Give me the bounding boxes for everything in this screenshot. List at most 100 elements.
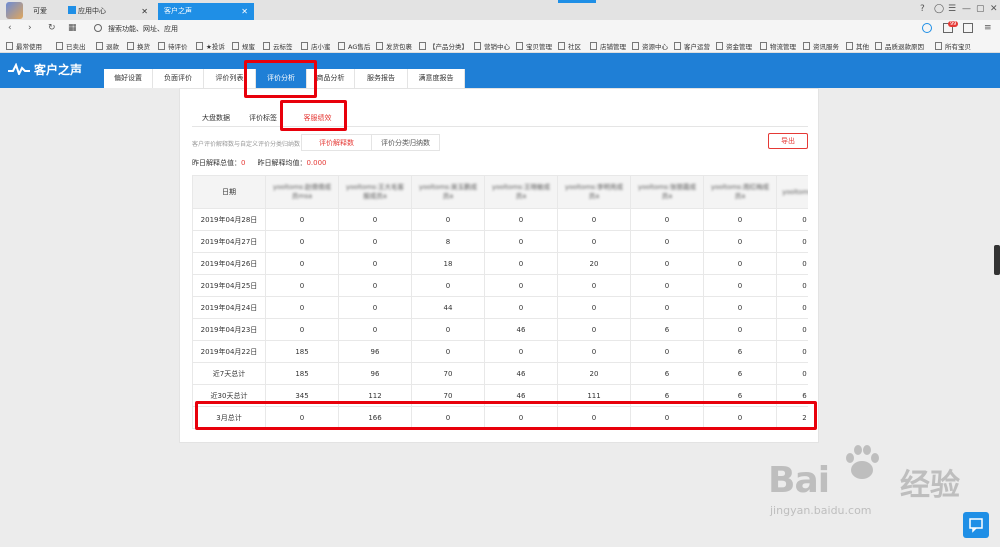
close-window-icon[interactable]: ✕ xyxy=(990,4,998,14)
bookmark-item[interactable]: ★投诉 xyxy=(196,41,225,51)
bookmark-item[interactable]: 物流管理 xyxy=(760,41,796,51)
date-header: 日期 xyxy=(192,175,266,209)
performance-table: 日期 yooltoms:赵倩倩成员msa yooltoms:王大毛客服成员a y… xyxy=(192,175,808,429)
browser-tab-active[interactable]: 客户之声 ✕ xyxy=(158,3,254,20)
tab-negative-reviews[interactable]: 负面评价 xyxy=(153,69,204,88)
avg-label: 昨日解释均值： xyxy=(257,159,307,167)
value-cell: 0 xyxy=(703,318,777,341)
bookmark-item[interactable]: AG售后 xyxy=(338,41,370,51)
value-cell: 0 xyxy=(776,274,808,297)
value-cell: 6 xyxy=(703,362,777,385)
bookmark-item[interactable]: 店铺管理 xyxy=(590,41,626,51)
filter-tab-explanations[interactable]: 评价解释数 xyxy=(301,134,372,151)
address-bar[interactable]: 搜索功能、网址、应用 xyxy=(94,24,178,34)
performance-table-wrapper[interactable]: 日期 yooltoms:赵倩倩成员msa yooltoms:王大毛客服成员a y… xyxy=(192,175,808,431)
download-icon[interactable] xyxy=(963,23,973,33)
value-cell: 0 xyxy=(776,318,808,341)
bookmark-item[interactable]: 所有宝贝 xyxy=(935,41,971,51)
bookmark-item[interactable]: 营销中心 xyxy=(474,41,510,51)
bookmark-item[interactable]: 【产品分类】 xyxy=(419,41,468,51)
close-icon[interactable]: ✕ xyxy=(241,3,248,20)
subtab-overview[interactable]: 大盘数据 xyxy=(192,111,240,126)
value-cell: 6 xyxy=(630,362,704,385)
table-row: 2019年04月28日 0 0 0 0 0 0 0 0 xyxy=(192,208,808,231)
address-placeholder: 搜索功能、网址、应用 xyxy=(108,25,178,33)
browser-tab-app-center[interactable]: 应用中心 ✕ xyxy=(62,3,154,20)
bookmark-item[interactable]: 其他 xyxy=(846,41,869,51)
bookmark-item[interactable]: 已卖出 xyxy=(56,41,86,51)
table-body: 2019年04月28日 0 0 0 0 0 0 0 0 2019年04月27日 0 0 8 0 0 0 0 0 20… xyxy=(192,208,808,429)
value-cell: 0 xyxy=(484,296,558,319)
shield-icon[interactable]: ◯ xyxy=(934,4,944,14)
tab-preferences[interactable]: 偏好设置 xyxy=(104,69,153,88)
tab-service-report[interactable]: 服务报告 xyxy=(355,69,408,88)
value-cell: 0 xyxy=(338,296,412,319)
filter-tab-categories[interactable]: 评价分类归纳数 xyxy=(371,134,440,151)
summary-line: 昨日解释总值：0 昨日解释均值：0.000 xyxy=(192,158,339,168)
value-cell: 96 xyxy=(338,362,412,385)
value-cell: 0 xyxy=(630,340,704,363)
baidu-watermark: Bai 经验 jingyan.baidu.com xyxy=(760,440,1000,520)
bookmark-item[interactable]: 客户运营 xyxy=(674,41,710,51)
chat-button[interactable] xyxy=(963,512,989,538)
tab-satisfaction-report[interactable]: 满意度报告 xyxy=(408,69,465,88)
menu-icon[interactable]: ☰ xyxy=(948,4,956,14)
search-icon xyxy=(94,24,102,32)
bookmark-item[interactable]: 社区 xyxy=(558,41,581,51)
back-icon[interactable]: ‹ xyxy=(8,23,12,33)
more-icon[interactable]: ≡ xyxy=(984,23,992,33)
agent-name: yooltoms:赵倩倩成员msa xyxy=(272,183,332,200)
value-cell: 185 xyxy=(265,340,339,363)
bookmark-item[interactable]: 品质退款原因 xyxy=(875,41,924,51)
bookmark-item[interactable]: 资讯服务 xyxy=(803,41,839,51)
value-cell: 0 xyxy=(703,296,777,319)
bookmark-item[interactable]: 资金管理 xyxy=(716,41,752,51)
minimize-icon[interactable]: — xyxy=(962,4,971,14)
bookmark-item[interactable]: 店小蜜 xyxy=(301,41,331,51)
grid-icon[interactable]: ▦ xyxy=(68,23,77,33)
forward-icon[interactable]: › xyxy=(28,23,32,33)
table-header-row: 日期 yooltoms:赵倩倩成员msa yooltoms:王大毛客服成员a y… xyxy=(192,175,808,209)
value-cell: 44 xyxy=(411,296,485,319)
value-cell: 0 xyxy=(630,230,704,253)
value-cell: 0 xyxy=(338,274,412,297)
refresh-icon[interactable]: ↻ xyxy=(48,23,56,33)
sync-icon[interactable] xyxy=(922,23,932,33)
agent-header: yooltoms:刘成员 xyxy=(776,175,808,209)
paw-logo-icon xyxy=(846,445,879,479)
bookmark-item[interactable]: 规蜜 xyxy=(232,41,255,51)
subtab-review-tags[interactable]: 评价标签 xyxy=(243,111,283,126)
bookmark-item[interactable]: 换货 xyxy=(127,41,150,51)
bookmark-item[interactable]: 最常使用 xyxy=(6,41,42,51)
browser-avatar[interactable] xyxy=(6,2,23,19)
annotation-box-analysis-tab xyxy=(244,60,317,98)
value-cell: 0 xyxy=(776,296,808,319)
value-cell: 0 xyxy=(265,274,339,297)
bookmark-item[interactable]: 宝贝管理 xyxy=(516,41,552,51)
bookmark-item[interactable]: 发货包裹 xyxy=(376,41,412,51)
agent-header: yooltoms:王晓敏成员a xyxy=(484,175,558,209)
export-button[interactable]: 导出 xyxy=(768,133,808,149)
browser-tab[interactable]: 可爱 xyxy=(27,3,57,20)
browser-titlebar: 可爱 应用中心 ✕ 客户之声 ✕ ? ◯ ☰ — ▢ ✕ xyxy=(0,0,1000,20)
bookmark-item[interactable]: 退款 xyxy=(96,41,119,51)
date-cell: 2019年04月23日 xyxy=(192,318,266,341)
value-cell: 0 xyxy=(557,296,631,319)
help-icon[interactable]: ? xyxy=(920,4,925,14)
value-cell: 0 xyxy=(557,318,631,341)
close-icon[interactable]: ✕ xyxy=(141,3,148,20)
table-row: 2019年04月27日 0 0 8 0 0 0 0 0 xyxy=(192,230,808,253)
maximize-icon[interactable]: ▢ xyxy=(976,4,985,14)
date-cell: 2019年04月26日 xyxy=(192,252,266,275)
total-label: 昨日解释总值： xyxy=(192,159,241,167)
notification-badge: 99 xyxy=(948,21,959,27)
watermark-url: jingyan.baidu.com xyxy=(770,504,872,517)
side-panel-handle[interactable] xyxy=(994,245,1000,275)
agent-header: yooltoms:赵倩倩成员msa xyxy=(265,175,339,209)
agent-name: yooltoms:李明亮成员a xyxy=(564,183,624,200)
value-cell: 6 xyxy=(630,318,704,341)
value-cell: 0 xyxy=(411,274,485,297)
bookmark-item[interactable]: 资源中心 xyxy=(632,41,668,51)
bookmark-item[interactable]: 待评价 xyxy=(158,41,188,51)
bookmark-item[interactable]: 云标签 xyxy=(263,41,293,51)
